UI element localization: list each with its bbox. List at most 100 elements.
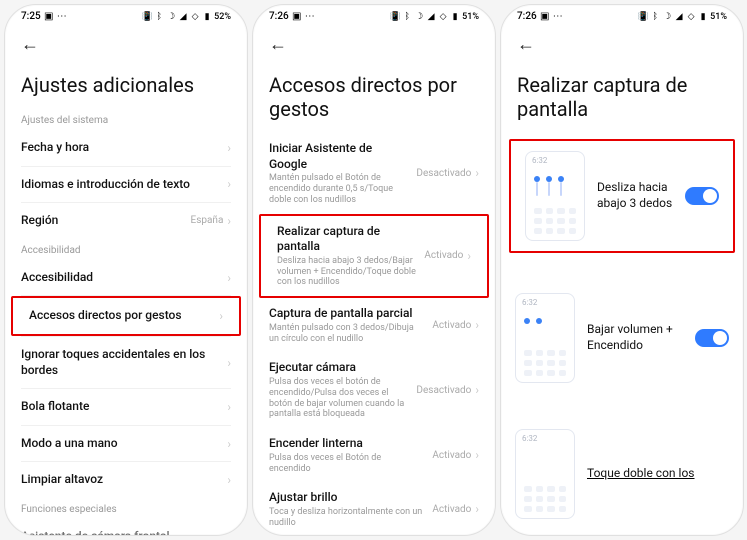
header: ← (253, 26, 495, 63)
chevron-right-icon: › (227, 400, 231, 414)
status-time: 7:25 (21, 11, 41, 22)
row-title: Encender linterna (269, 436, 424, 452)
row-title: Ejecutar cámara (269, 360, 408, 376)
signal-icon: ◢ (674, 12, 684, 22)
row-value: Desactivado (416, 168, 471, 179)
row-idiomas[interactable]: Idiomas e introducción de texto › (5, 167, 247, 203)
dnd-icon: ☽ (166, 12, 176, 22)
gesture-illustration: 6:32 (525, 151, 585, 241)
dnd-icon: ☽ (662, 12, 672, 22)
status-bar: 7:26 ▣ ⋯ 📳 ᛒ ☽ ◢ ◇ ▮ 51% (253, 5, 495, 26)
page-title: Realizar captura de pantalla (501, 63, 743, 133)
row-title: Captura de pantalla parcial (269, 306, 424, 322)
row-accesibilidad[interactable]: Accesibilidad › (5, 260, 247, 296)
gesture-row[interactable]: Captura de pantalla parcialMantén pulsad… (253, 298, 495, 352)
status-time: 7:26 (517, 11, 537, 22)
battery-text: 51% (462, 12, 479, 22)
chevron-right-icon: › (227, 473, 231, 487)
wifi-icon: ◇ (686, 12, 696, 22)
row-modo-una-mano[interactable]: Modo a una mano › (5, 426, 247, 462)
back-icon[interactable]: ← (265, 32, 291, 57)
wifi-icon: ◇ (438, 12, 448, 22)
gesture-label: Toque doble con los (587, 466, 729, 482)
section-label-system: Ajustes del sistema (5, 109, 247, 130)
header: ← (5, 26, 247, 63)
notification-icon: ▣ (540, 12, 550, 22)
row-limpiar-altavoz[interactable]: Limpiar altavoz › (5, 462, 247, 498)
bluetooth-icon: ᛒ (650, 12, 660, 22)
dots-icon: ⋯ (305, 12, 315, 22)
vibrate-icon: 📳 (638, 12, 648, 22)
chevron-right-icon: › (227, 214, 231, 228)
chevron-right-icon: › (219, 309, 223, 323)
row-ignorar-toques[interactable]: Ignorar toques accidentales en los borde… (5, 337, 247, 388)
row-title: Iniciar Asistente de Google (269, 141, 408, 172)
battery-icon: ▮ (698, 12, 708, 22)
chevron-right-icon: › (227, 271, 231, 285)
chevron-right-icon: › (227, 177, 231, 191)
chevron-right-icon: › (475, 502, 479, 516)
gesture-row[interactable]: Encender linternaPulsa dos veces el Botó… (253, 428, 495, 482)
dnd-icon: ☽ (414, 12, 424, 22)
chevron-right-icon: › (467, 249, 471, 263)
chevron-right-icon: › (227, 437, 231, 451)
gesture-row[interactable]: Realizar captura de pantallaDesliza haci… (261, 216, 487, 297)
battery-text: 52% (214, 12, 231, 22)
back-icon[interactable]: ← (513, 32, 539, 57)
chevron-right-icon: › (475, 166, 479, 180)
row-subtitle: Mantén pulsado el Botón de encendido dur… (269, 173, 408, 205)
row-value: Desactivado (416, 385, 471, 396)
wifi-icon: ◇ (190, 12, 200, 22)
signal-icon: ◢ (426, 12, 436, 22)
status-time: 7:26 (269, 11, 289, 22)
row-value: Activado (432, 450, 471, 461)
header: ← (501, 26, 743, 63)
dots-icon: ⋯ (553, 12, 563, 22)
chevron-right-icon: › (227, 141, 231, 155)
highlight-box: Accesos directos por gestos › (11, 296, 241, 336)
battery-icon: ▮ (450, 12, 460, 22)
dots-icon: ⋯ (57, 12, 67, 22)
highlight-box: Realizar captura de pantallaDesliza haci… (259, 214, 489, 299)
row-title: Realizar captura de pantalla (277, 224, 416, 255)
row-value: Activado (432, 504, 471, 515)
toggle-switch[interactable] (695, 329, 729, 347)
battery-text: 51% (710, 12, 727, 22)
chevron-right-icon: › (227, 356, 231, 370)
battery-icon: ▮ (202, 12, 212, 22)
notification-icon: ▣ (292, 12, 302, 22)
gesture-row[interactable]: Iniciar Asistente de GoogleMantén pulsad… (253, 133, 495, 214)
row-title: Ajustar brillo (269, 490, 424, 506)
gesture-option: 6:32 Bajar volumen + Encendido (501, 283, 743, 393)
status-bar: 7:26 ▣ ⋯ 📳 ᛒ ☽ ◢ ◇ ▮ 51% (501, 5, 743, 26)
toggle-switch[interactable] (685, 187, 719, 205)
gesture-row[interactable]: Ejecutar cámaraPulsa dos veces el botón … (253, 352, 495, 428)
gesture-label: Bajar volumen + Encendido (587, 322, 683, 353)
gesture-illustration: 6:32 (515, 293, 575, 383)
page-title: Accesos directos por gestos (253, 63, 495, 133)
back-icon[interactable]: ← (17, 32, 43, 57)
row-bola-flotante[interactable]: Bola flotante › (5, 389, 247, 425)
row-subtitle: Pulsa dos veces el botón de encendido/Pu… (269, 377, 408, 420)
row-value: Activado (424, 250, 463, 261)
chevron-right-icon: › (475, 448, 479, 462)
gesture-illustration: 6:32 (515, 429, 575, 519)
gesture-option: 6:32 Desliza hacia abajo 3 dedos (511, 141, 733, 251)
phone-screen-1: 7:25 ▣ ⋯ 📳 ᛒ ☽ ◢ ◇ ▮ 52% ← Ajustes adici… (4, 4, 248, 536)
row-value: Activado (432, 320, 471, 331)
row-cutoff[interactable]: Asistente de cámara frontal (5, 519, 247, 535)
row-fecha-hora[interactable]: Fecha y hora › (5, 130, 247, 166)
row-subtitle: Toca y desliza horizontalmente con un nu… (269, 507, 424, 529)
row-region[interactable]: Región España› (5, 203, 247, 239)
chevron-right-icon: › (475, 318, 479, 332)
section-label-special: Funciones especiales (5, 498, 247, 519)
gesture-option: 6:32 Toque doble con los (501, 419, 743, 529)
gesture-label: Desliza hacia abajo 3 dedos (597, 180, 673, 211)
status-bar: 7:25 ▣ ⋯ 📳 ᛒ ☽ ◢ ◇ ▮ 52% (5, 5, 247, 26)
gesture-row[interactable]: Ajustar brilloToca y desliza horizontalm… (253, 482, 495, 535)
row-accesos-gestos[interactable]: Accesos directos por gestos › (13, 298, 239, 334)
phone-screen-3: 7:26 ▣ ⋯ 📳 ᛒ ☽ ◢ ◇ ▮ 51% ← Realizar capt… (500, 4, 744, 536)
highlight-box: 6:32 Desliza hacia abajo 3 dedos (509, 139, 735, 253)
vibrate-icon: 📳 (390, 12, 400, 22)
bluetooth-icon: ᛒ (402, 12, 412, 22)
